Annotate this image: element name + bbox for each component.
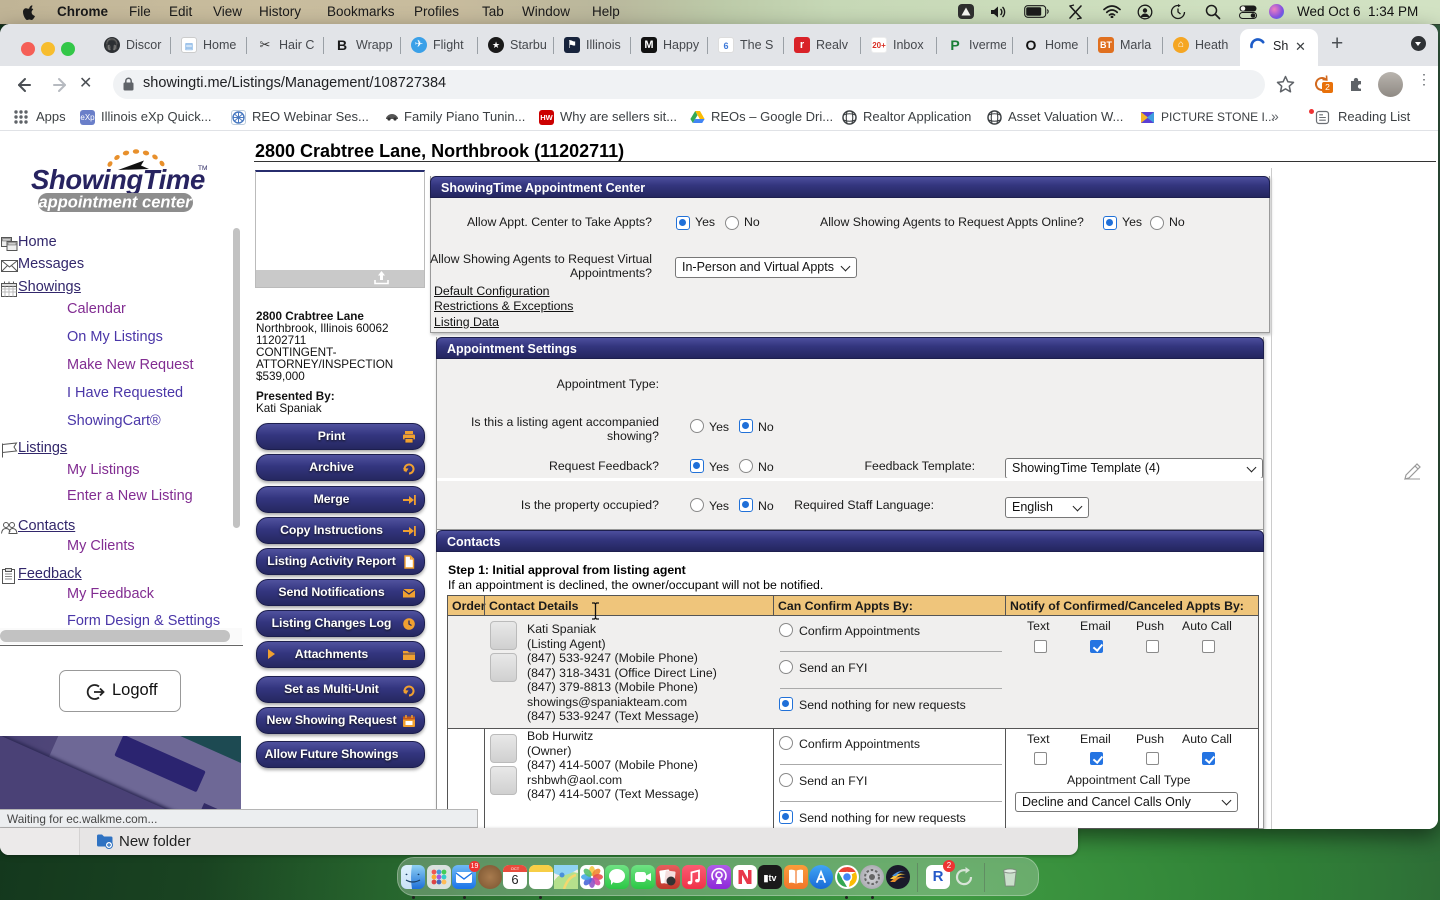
svg-text:ShowingTime: ShowingTime xyxy=(31,164,205,195)
svg-text:▮tv: ▮tv xyxy=(764,873,777,883)
svg-text:TM: TM xyxy=(198,165,207,172)
svg-text:appointment center: appointment center xyxy=(38,194,193,212)
